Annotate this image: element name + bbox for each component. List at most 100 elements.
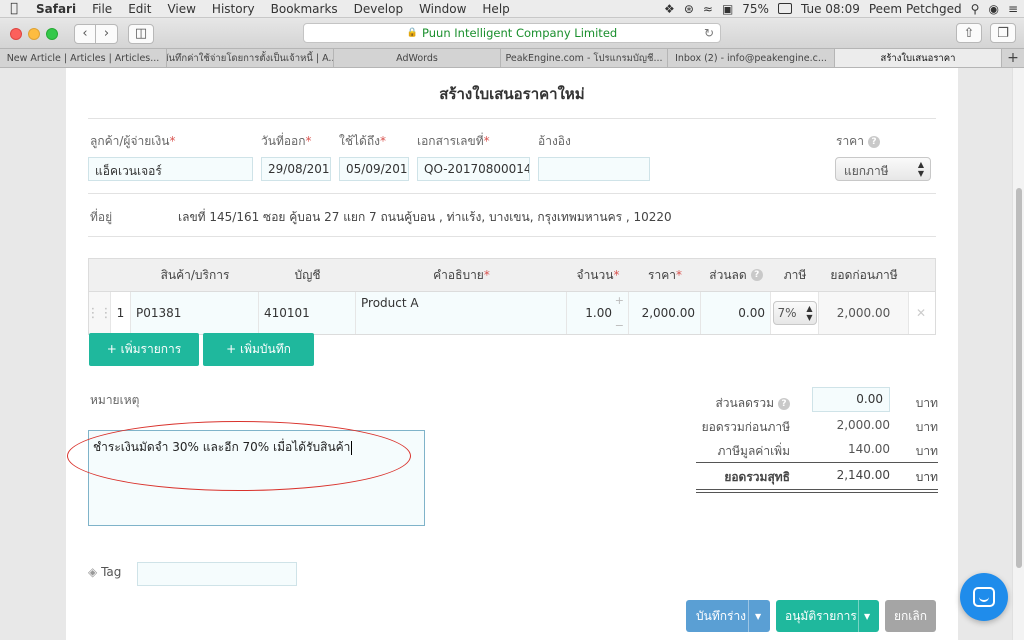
menu-bookmarks[interactable]: Bookmarks <box>263 2 346 16</box>
price-type-select[interactable]: แยกภาษี ▲ ▼ <box>835 157 931 181</box>
header-discount: ส่วนลด? <box>701 259 771 291</box>
tax-select[interactable]: 7% ▲ ▼ <box>772 301 817 325</box>
tag-input[interactable] <box>137 562 297 586</box>
approve-button[interactable]: อนุมัติรายการ ▼ <box>776 600 879 632</box>
qty-cell[interactable]: 1.00 + − <box>567 292 629 334</box>
menu-help[interactable]: Help <box>474 2 517 16</box>
minus-icon[interactable]: − <box>615 319 624 332</box>
summary-net-value: 2,140.00 <box>836 468 890 482</box>
battery-icon[interactable] <box>777 3 792 14</box>
siri-icon[interactable]: ◉ <box>988 2 998 16</box>
customer-label: ลูกค้า/ผู้จ่ายเงิน* <box>90 134 176 148</box>
tab-expense[interactable]: บันทึกค่าใช้จ่ายโดยการตั้งเป็นเจ้าหนี้ |… <box>167 49 334 67</box>
sidebar-toggle-button[interactable]: ◫ <box>128 23 154 44</box>
account-cell[interactable]: 410101 <box>259 292 356 334</box>
forward-button[interactable]: › <box>96 23 118 44</box>
summary-pretax-label: ยอดรวมก่อนภาษี <box>701 420 790 434</box>
scrollbar-thumb[interactable] <box>1016 188 1022 568</box>
summary-pretax-value: 2,000.00 <box>836 418 890 432</box>
add-item-button[interactable]: + เพิ่มรายการ <box>89 333 199 366</box>
page-scrollbar[interactable] <box>1012 68 1024 640</box>
select-arrows-icon: ▲ ▼ <box>917 160 924 178</box>
tag-label: ◈ Tag <box>88 565 122 579</box>
tab-inbox[interactable]: Inbox (2) - info@peakengine.c... <box>668 49 835 67</box>
history-nav: ‹ › <box>74 23 118 44</box>
remarks-label: หมายเหตุ <box>90 393 140 407</box>
quotation-form-page: สร้างใบเสนอราคาใหม่ ลูกค้า/ผู้จ่ายเงิน* … <box>66 68 958 640</box>
close-window-button[interactable] <box>10 27 22 40</box>
reference-input[interactable] <box>538 157 650 181</box>
chat-launcher-button[interactable] <box>960 573 1008 621</box>
notification-center-icon[interactable]: ≡ <box>1008 2 1018 16</box>
wifi-icon[interactable]: ≈ <box>703 2 713 16</box>
table-row: ⋮⋮ 1 P01381 410101 Product A 1.00 + − 2,… <box>87 292 935 334</box>
address-bar[interactable]: 🔒 Puun Intelligent Company Limited ↻ <box>303 23 721 43</box>
chevron-down-icon[interactable]: ▼ <box>748 600 767 632</box>
issue-date-input[interactable]: 29/08/2017 <box>261 157 331 181</box>
divider <box>88 118 936 119</box>
header-account: บัญชี <box>294 267 321 282</box>
chevron-down-icon[interactable]: ▼ <box>858 600 875 632</box>
menu-develop[interactable]: Develop <box>346 2 411 16</box>
menu-view[interactable]: View <box>159 2 203 16</box>
summary-vat-row: ภาษีมูลค่าเพิ่ม 140.00 บาท <box>666 438 938 460</box>
minimize-window-button[interactable] <box>28 27 40 40</box>
menu-file[interactable]: File <box>84 2 120 16</box>
dropbox-icon[interactable]: ❖ <box>664 2 675 16</box>
remarks-textarea[interactable]: ชำระเงินมัดจำ 30% และอีก 70% เมื่อได้รับ… <box>67 421 425 526</box>
menu-history[interactable]: History <box>204 2 263 16</box>
apple-icon[interactable]:  <box>0 1 28 16</box>
doc-no-input[interactable]: QO-20170800014 <box>417 157 530 181</box>
summary-discount-input[interactable]: 0.00 <box>812 387 890 412</box>
help-icon[interactable]: ? <box>867 135 880 148</box>
tab-peakengine[interactable]: PeakEngine.com - โปรแกรมบัญชี... <box>501 49 668 67</box>
reload-icon[interactable]: ↻ <box>704 26 714 40</box>
address-text: Puun Intelligent Company Limited <box>422 26 618 40</box>
menu-app-name[interactable]: Safari <box>28 2 84 16</box>
description-cell[interactable]: Product A <box>356 292 567 334</box>
tab-articles[interactable]: New Article | Articles | Articles... <box>0 49 167 67</box>
tab-create-quotation[interactable]: สร้างใบเสนอราคา <box>835 49 1002 67</box>
tab-adwords[interactable]: AdWords <box>334 49 501 67</box>
show-tabs-button[interactable]: ❐ <box>990 23 1016 43</box>
clock[interactable]: Tue 08:09 <box>801 2 860 16</box>
tax-cell: 7% ▲ ▼ <box>771 292 819 334</box>
product-cell[interactable]: P01381 <box>131 292 259 334</box>
zoom-window-button[interactable] <box>46 27 58 40</box>
address-label: ที่อยู่ <box>90 210 113 224</box>
price-cell[interactable]: 2,000.00 <box>629 292 701 334</box>
valid-until-input[interactable]: 05/09/2017 <box>339 157 409 181</box>
user-name[interactable]: Peem Petchged <box>869 2 962 16</box>
battery-percent[interactable]: 75% <box>742 2 769 16</box>
reference-label: อ้างอิง <box>538 134 571 148</box>
select-arrows-icon: ▲ ▼ <box>806 304 813 322</box>
menu-edit[interactable]: Edit <box>120 2 159 16</box>
cancel-button[interactable]: ยกเลิก <box>885 600 936 632</box>
discount-cell[interactable]: 0.00 <box>701 292 771 334</box>
spotlight-search-icon[interactable]: ⚲ <box>971 2 980 16</box>
drag-handle-icon[interactable]: ⋮⋮ <box>87 292 113 334</box>
new-tab-button[interactable]: + <box>1002 49 1024 67</box>
customer-input[interactable]: แอ็คเวนเจอร์ <box>88 157 253 181</box>
back-button[interactable]: ‹ <box>74 23 96 44</box>
unit-label: บาท <box>915 470 938 484</box>
share-button[interactable]: ⇧ <box>956 23 982 43</box>
bluetooth-icon[interactable]: ⊛ <box>684 2 694 16</box>
add-note-button[interactable]: + เพิ่มบันทึก <box>203 333 314 366</box>
delete-row-icon[interactable]: ✕ <box>909 292 933 334</box>
table-header: สินค้า/บริการ บัญชี คำอธิบาย * จำนวน * ราค… <box>89 259 935 292</box>
header-description: คำอธิบาย * <box>433 267 490 283</box>
save-draft-button[interactable]: บันทึกร่าง ▼ <box>686 600 770 632</box>
tabs-icon: ❐ <box>997 25 1009 41</box>
help-icon[interactable]: ? <box>750 269 763 281</box>
plus-icon[interactable]: + <box>615 294 624 307</box>
menu-window[interactable]: Window <box>411 2 474 16</box>
airplay-icon[interactable]: ▣ <box>722 2 733 16</box>
header-spacer <box>89 259 131 291</box>
macos-menubar:  Safari File Edit View History Bookmark… <box>0 0 1024 18</box>
annotation-ellipse <box>67 421 411 491</box>
summary-pretax-row: ยอดรวมก่อนภาษี 2,000.00 บาท <box>666 414 938 436</box>
help-icon[interactable]: ? <box>778 397 790 410</box>
page-title: สร้างใบเสนอราคาใหม่ <box>439 85 585 103</box>
sidebar-icon: ◫ <box>134 26 148 41</box>
